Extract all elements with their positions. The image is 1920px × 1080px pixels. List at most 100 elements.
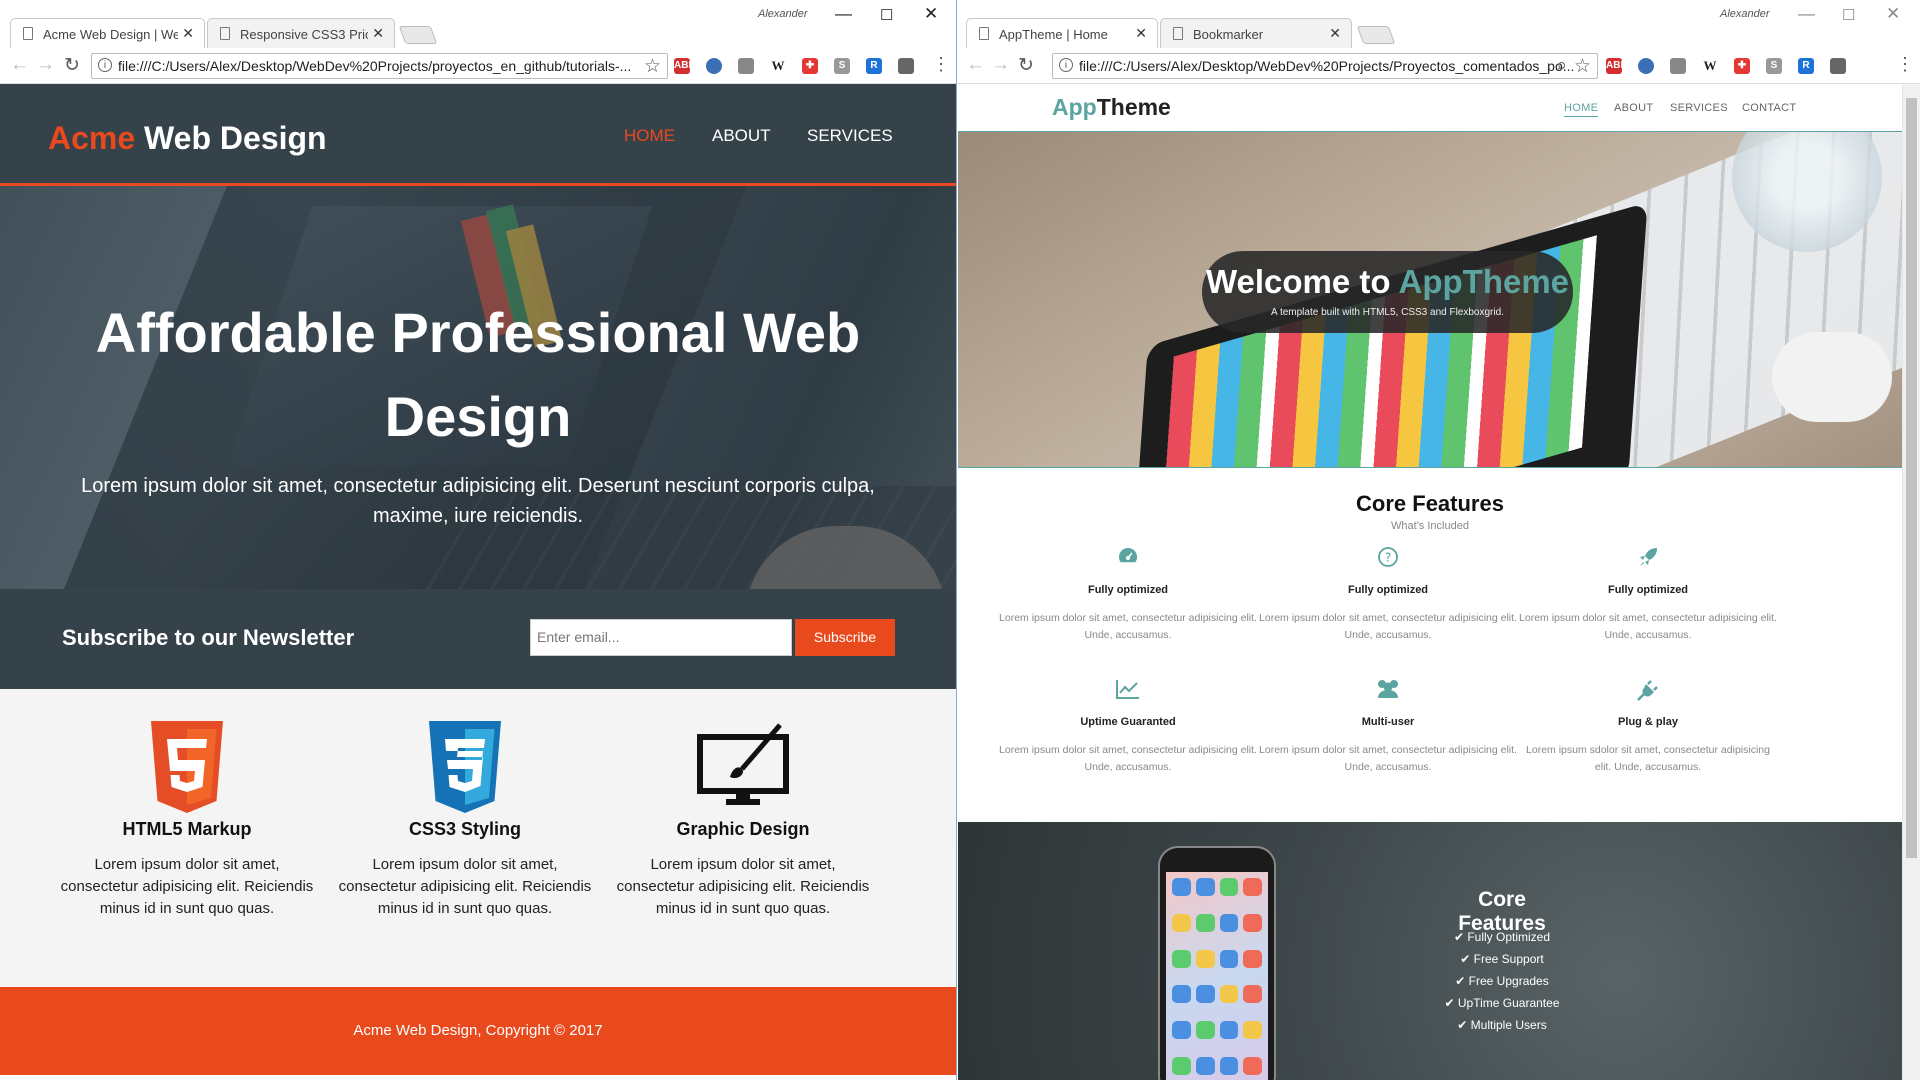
- bookmark-star-icon[interactable]: ☆: [1574, 55, 1591, 78]
- hero-bg-mouse: [1772, 332, 1892, 422]
- zoom-icon[interactable]: ⌕: [1556, 55, 1567, 77]
- translate-icon[interactable]: [1670, 58, 1686, 74]
- back-icon[interactable]: ←: [966, 54, 985, 76]
- info-icon[interactable]: i: [1059, 58, 1073, 72]
- menu-icon[interactable]: ⋮: [932, 54, 950, 75]
- nav-contact[interactable]: CONTACT: [1742, 102, 1796, 114]
- minimize-icon[interactable]: —: [835, 4, 852, 24]
- s-extension-icon[interactable]: S: [834, 58, 850, 74]
- bookmark-star-icon[interactable]: ☆: [644, 55, 661, 78]
- list-item: ✔ UpTime Guarantee: [1438, 996, 1566, 1010]
- apptheme-hero: Welcome to AppTheme A template built wit…: [958, 132, 1902, 468]
- logo-highlight: Acme: [48, 120, 136, 156]
- feature-card: Uptime Guaranted Lorem ipsum dolor sit a…: [998, 678, 1258, 776]
- feature-title: Multi-user: [1361, 716, 1415, 728]
- address-bar[interactable]: i file:///C:/Users/Alex/Desktop/WebDev%2…: [91, 53, 668, 79]
- globe-extension-icon[interactable]: [1638, 58, 1654, 74]
- close-tab-icon[interactable]: ✕: [1135, 25, 1147, 42]
- plus-extension-icon[interactable]: ✚: [802, 58, 818, 74]
- showcase-list: ✔ Fully Optimized ✔ Free Support ✔ Free …: [1438, 930, 1566, 1040]
- acme-footer: Acme Web Design, Copyright © 2017: [0, 987, 956, 1075]
- wikipedia-icon[interactable]: W: [770, 58, 786, 74]
- showcase-title: Core Features: [1458, 888, 1546, 935]
- new-tab-button[interactable]: [398, 26, 438, 44]
- tab-acme[interactable]: Acme Web Design | Welc ✕: [10, 18, 205, 48]
- page-scrollbar[interactable]: [1902, 84, 1920, 1080]
- screenshot-extension-icon[interactable]: [898, 58, 914, 74]
- plus-extension-icon[interactable]: ✚: [1734, 58, 1750, 74]
- scrollbar-thumb[interactable]: [1906, 98, 1917, 858]
- maximize-icon[interactable]: ☐: [1842, 6, 1855, 24]
- apptheme-page: AppTheme HOME ABOUT SERVICES CONTACT Wel…: [958, 84, 1902, 1080]
- tab-pricing[interactable]: Responsive CSS3 Pricing ✕: [207, 18, 395, 48]
- translate-icon[interactable]: [738, 58, 754, 74]
- adblock-icon[interactable]: ABP: [674, 58, 695, 74]
- features-subtitle: What's Included: [1391, 520, 1469, 532]
- nav-home[interactable]: HOME: [1564, 102, 1599, 117]
- nav-about[interactable]: ABOUT: [1614, 102, 1653, 114]
- nav-services[interactable]: SERVICES: [1670, 102, 1728, 114]
- profile-name[interactable]: Alexander: [1720, 8, 1770, 20]
- page-icon: [979, 27, 989, 40]
- feature-text: Lorem ipsum dolor sit amet, consectetur …: [1259, 612, 1517, 641]
- acme-logo[interactable]: Acme Web Design: [48, 120, 327, 157]
- info-icon[interactable]: i: [98, 58, 112, 72]
- close-tab-icon[interactable]: ✕: [182, 25, 194, 42]
- screenshot-extension-icon[interactable]: [1830, 58, 1846, 74]
- features-section: Core Features What's Included Fully opti…: [958, 468, 1902, 822]
- svg-text:?: ?: [1385, 551, 1391, 565]
- back-icon[interactable]: ←: [10, 54, 29, 76]
- apptheme-logo[interactable]: AppTheme: [1052, 94, 1171, 121]
- r-extension-icon[interactable]: R: [866, 58, 882, 74]
- minimize-icon[interactable]: —: [1798, 4, 1815, 24]
- newsletter-title: Subscribe to our Newsletter: [62, 625, 355, 650]
- hero-title-a: Welcome to: [1205, 263, 1399, 300]
- box-graphic: Graphic Design Lorem ipsum dolor sit ame…: [611, 689, 875, 920]
- phone-image: [1158, 846, 1276, 1080]
- adblock-icon[interactable]: ABP: [1606, 58, 1627, 74]
- check-icon: ✔: [1457, 1018, 1471, 1032]
- profile-name[interactable]: Alexander: [758, 8, 808, 20]
- hero-title-b: AppTheme: [1398, 263, 1570, 300]
- acme-hero: Affordable Professional Web Design Lorem…: [0, 186, 956, 589]
- list-item-label: Fully Optimized: [1467, 930, 1551, 944]
- menu-icon[interactable]: ⋮: [1896, 54, 1914, 75]
- close-window-icon[interactable]: ✕: [924, 4, 938, 24]
- feature-text: Lorem ipsum dolor sit amet, consectetur …: [1519, 612, 1777, 641]
- forward-icon[interactable]: →: [991, 54, 1010, 76]
- nav-services[interactable]: SERVICES: [807, 126, 893, 146]
- new-tab-button[interactable]: [1356, 26, 1396, 44]
- tab-apptheme[interactable]: AppTheme | Home ✕: [966, 18, 1158, 48]
- reload-icon[interactable]: ↻: [1018, 54, 1034, 77]
- globe-extension-icon[interactable]: [706, 58, 722, 74]
- address-bar[interactable]: i file:///C:/Users/Alex/Desktop/WebDev%2…: [1052, 53, 1598, 79]
- subscribe-button[interactable]: Subscribe: [795, 619, 895, 656]
- nav-about[interactable]: ABOUT: [712, 126, 771, 146]
- hero-subtitle: A template built with HTML5, CSS3 and Fl…: [1271, 307, 1504, 318]
- nav-home[interactable]: HOME: [624, 126, 675, 146]
- reload-icon[interactable]: ↻: [64, 54, 80, 77]
- s-extension-icon[interactable]: S: [1766, 58, 1782, 74]
- hero-title: Affordable Professional Web Design: [95, 301, 861, 448]
- wikipedia-icon[interactable]: W: [1702, 58, 1718, 74]
- feature-card: ? Fully optimized Lorem ipsum dolor sit …: [1258, 546, 1518, 644]
- tab-bookmarker[interactable]: Bookmarker ✕: [1160, 18, 1352, 48]
- logo-rest: Web Design: [135, 120, 327, 156]
- hero-title: Welcome to AppTheme: [1202, 263, 1573, 301]
- close-window-icon[interactable]: ✕: [1886, 4, 1900, 24]
- hero-text: Lorem ipsum dolor sit amet, consectetur …: [81, 475, 875, 527]
- check-icon: ✔: [1455, 974, 1469, 988]
- hero-banner: Welcome to AppTheme A template built wit…: [1202, 251, 1573, 333]
- page-icon: [220, 27, 230, 40]
- email-input[interactable]: Enter email...: [530, 619, 792, 656]
- rocket-icon: [1518, 546, 1778, 574]
- maximize-icon[interactable]: ☐: [880, 6, 893, 24]
- close-tab-icon[interactable]: ✕: [372, 25, 384, 42]
- feature-text: Lorem ipsum dolor sit amet, consectetur …: [999, 744, 1257, 773]
- r-extension-icon[interactable]: R: [1798, 58, 1814, 74]
- forward-icon[interactable]: →: [36, 54, 55, 76]
- showcase-section: Core Features ✔ Fully Optimized ✔ Free S…: [958, 822, 1902, 1080]
- close-tab-icon[interactable]: ✕: [1329, 25, 1341, 42]
- browser-toolbar: ← → ↻ i file:///C:/Users/Alex/Desktop/We…: [958, 48, 1920, 84]
- feature-text: Lorem ipsum dolor sit amet, consectetur …: [999, 612, 1257, 641]
